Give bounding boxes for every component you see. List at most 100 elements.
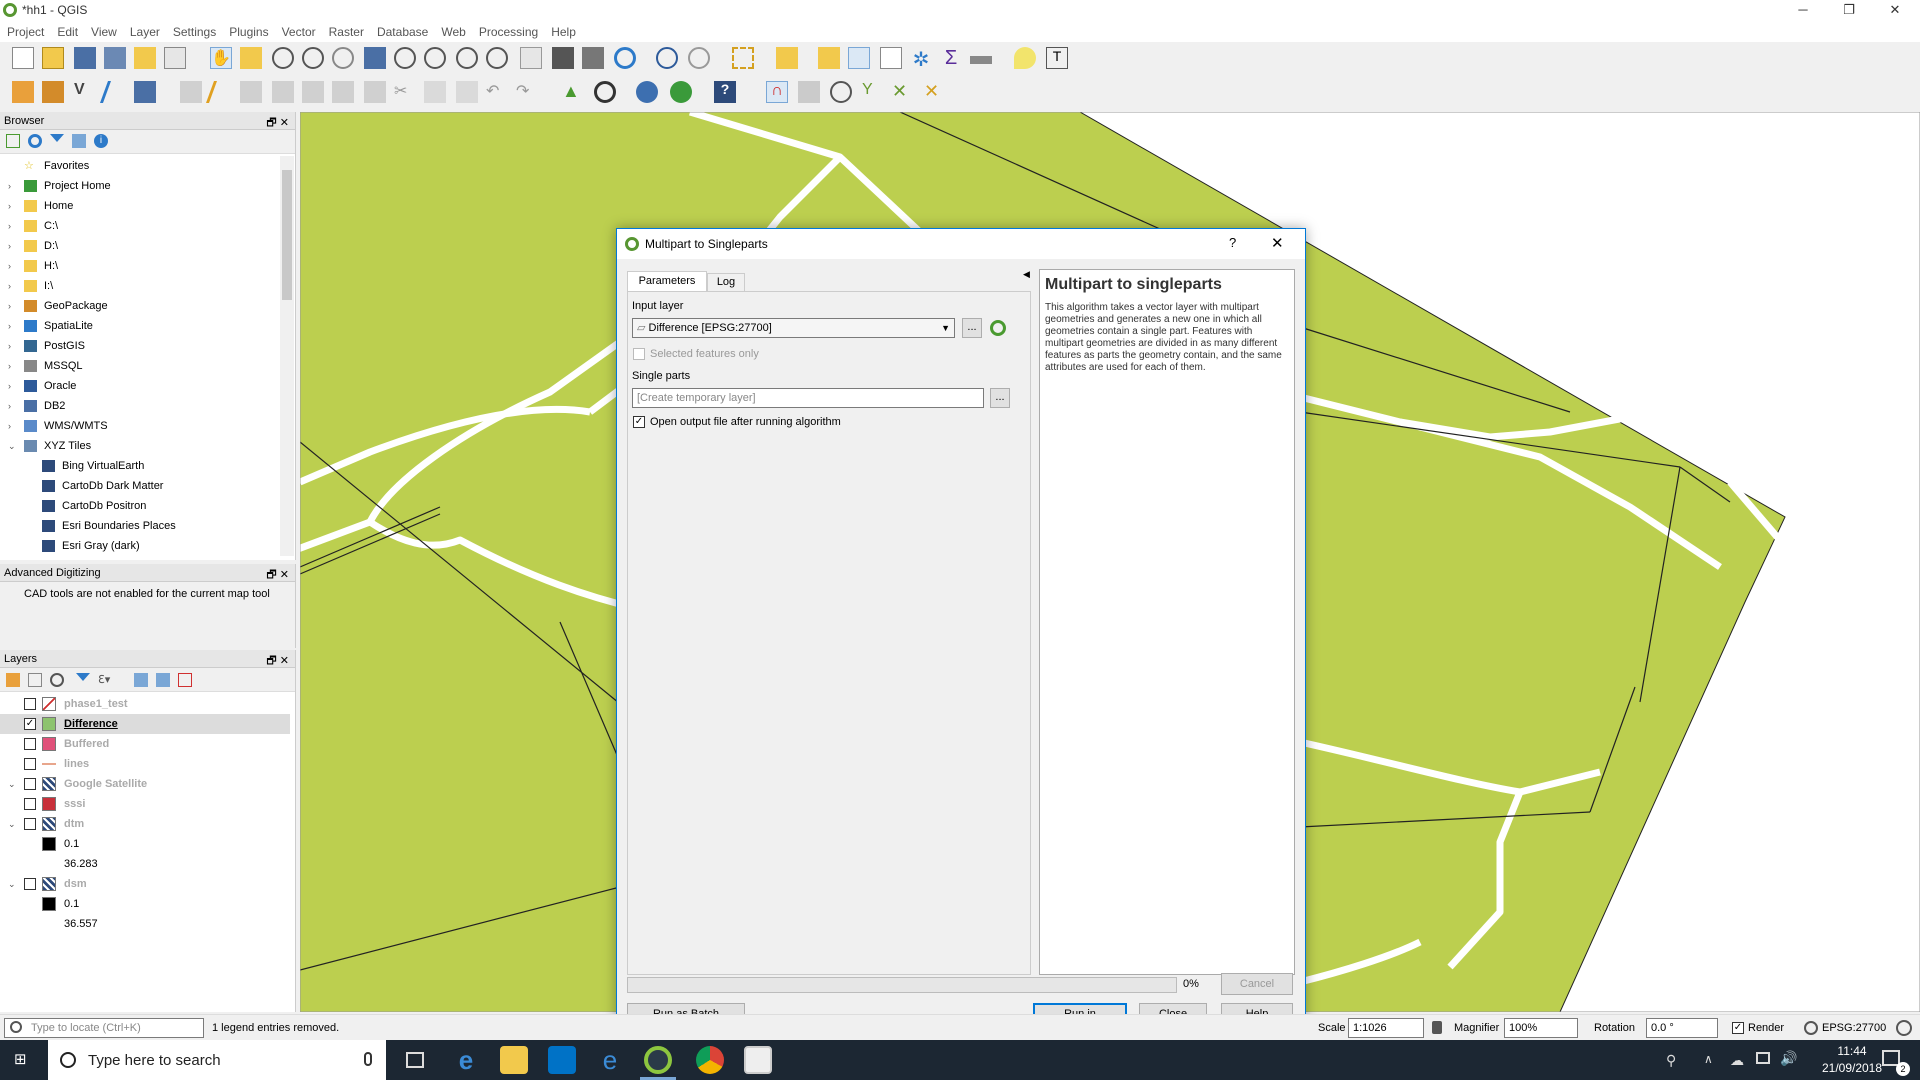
browser-item[interactable]: Esri Gray (dark)	[0, 536, 280, 554]
menu-database[interactable]: Database	[370, 22, 434, 39]
info-icon[interactable]: i	[94, 134, 108, 148]
chevron-down-icon[interactable]: ⌄	[8, 436, 16, 456]
pan-icon[interactable]: ✋	[210, 47, 232, 69]
close-window-button[interactable]: ✕	[1872, 0, 1918, 22]
toggle-editing-icon[interactable]	[205, 81, 237, 103]
file-explorer-icon[interactable]	[500, 1046, 528, 1074]
save-as-icon[interactable]	[104, 47, 126, 69]
deselect-icon[interactable]	[818, 47, 840, 69]
menu-plugins[interactable]: Plugins	[222, 22, 274, 39]
menu-help[interactable]: Help	[544, 22, 582, 39]
browser-item[interactable]: › DB2	[0, 396, 280, 416]
chevron-right-icon[interactable]: ›	[8, 276, 11, 296]
selected-only-checkbox[interactable]	[633, 348, 645, 360]
delete-selected-icon[interactable]	[364, 81, 386, 103]
zoom-out-icon[interactable]	[302, 47, 324, 69]
rotation-input[interactable]: 0.0 °	[1646, 1018, 1718, 1038]
menu-processing[interactable]: Processing	[472, 22, 544, 39]
menu-layer[interactable]: Layer	[123, 22, 166, 39]
layer-row[interactable]: lines	[0, 754, 290, 774]
zoom-full-icon[interactable]	[364, 47, 386, 69]
gps-icon[interactable]	[594, 81, 616, 103]
browser-scrollbar[interactable]	[280, 156, 294, 556]
browser-item[interactable]: ⌄ XYZ Tiles	[0, 436, 280, 456]
layer-visibility-checkbox[interactable]	[24, 818, 36, 830]
outlook-icon[interactable]	[548, 1046, 576, 1074]
chevron-right-icon[interactable]: ›	[8, 236, 11, 256]
add-group-icon[interactable]	[28, 673, 42, 687]
new-project-icon[interactable]	[12, 47, 34, 69]
filter-expression-icon[interactable]: ℇ▾	[98, 673, 120, 687]
collapse-help-icon[interactable]: ◀	[1023, 269, 1030, 280]
current-edits-icon[interactable]	[180, 81, 202, 103]
input-layer-browse-button[interactable]: ...	[962, 318, 982, 338]
browser-item[interactable]: › SpatiaLite	[0, 316, 280, 336]
save-project-icon[interactable]	[74, 47, 96, 69]
photos-icon[interactable]	[744, 1046, 772, 1074]
browser-item[interactable]: › D:\	[0, 236, 280, 256]
menu-edit[interactable]: Edit	[50, 22, 84, 39]
layer-visibility-checkbox[interactable]: ✓	[24, 718, 36, 730]
browser-item[interactable]: › Project Home	[0, 176, 280, 196]
snapping-magnet-icon[interactable]: ∩	[766, 81, 788, 103]
layer-row[interactable]: 0.1	[0, 834, 290, 854]
layer-row[interactable]: Buffered	[0, 734, 290, 754]
chevron-down-icon[interactable]: ⌄	[8, 814, 16, 834]
select-features-icon[interactable]	[732, 47, 754, 69]
modify-attributes-icon[interactable]	[332, 81, 354, 103]
chevron-right-icon[interactable]: ›	[8, 336, 11, 356]
input-layer-select[interactable]: ▱ Difference [EPSG:27700] ▼	[632, 318, 955, 338]
clock-date[interactable]: 21/09/2018	[1816, 1061, 1888, 1075]
menu-view[interactable]: View	[84, 22, 123, 39]
snapping-mode-icon[interactable]	[798, 81, 820, 103]
undo-icon[interactable]: ↶	[486, 81, 508, 103]
lock-icon[interactable]	[1432, 1021, 1442, 1034]
chevron-right-icon[interactable]: ›	[8, 416, 11, 436]
menu-vector[interactable]: Vector	[275, 22, 322, 39]
filter-legend-icon[interactable]	[76, 673, 90, 687]
browser-item[interactable]: › I:\	[0, 276, 280, 296]
new-shapefile-icon[interactable]: V	[74, 81, 96, 103]
select-by-value-icon[interactable]	[776, 47, 798, 69]
chevron-right-icon[interactable]: ›	[8, 376, 11, 396]
layer-visibility-checkbox[interactable]	[24, 698, 36, 710]
layer-row[interactable]: ⌄ dsm	[0, 874, 290, 894]
browser-item[interactable]: ☆ Favorites	[0, 156, 280, 176]
chevron-right-icon[interactable]: ›	[8, 316, 11, 336]
whats-this-icon[interactable]: ?	[714, 81, 736, 103]
plugin-reloader-icon[interactable]	[670, 81, 692, 103]
browser-item[interactable]: Esri Boundaries Places	[0, 516, 280, 536]
single-parts-browse-button[interactable]: ...	[990, 388, 1010, 408]
browser-item[interactable]: › MSSQL	[0, 356, 280, 376]
zoom-native-icon[interactable]	[332, 47, 354, 69]
map-tips-icon[interactable]	[1014, 47, 1036, 69]
identify-icon[interactable]	[656, 47, 678, 69]
chevron-up-icon[interactable]: ∧	[1704, 1052, 1713, 1066]
chrome-icon[interactable]	[696, 1046, 724, 1074]
layer-visibility-checkbox[interactable]	[24, 738, 36, 750]
layer-visibility-checkbox[interactable]	[24, 778, 36, 790]
collapse-all-layers-icon[interactable]	[156, 673, 170, 687]
filter-icon[interactable]	[50, 134, 64, 148]
python-console-icon[interactable]	[636, 81, 658, 103]
people-icon[interactable]: ⚲	[1666, 1052, 1676, 1069]
new-map-view-icon[interactable]	[520, 47, 542, 69]
browser-item[interactable]: › Oracle	[0, 376, 280, 396]
chevron-right-icon[interactable]: ›	[8, 216, 11, 236]
layer-row[interactable]: phase1_test	[0, 694, 290, 714]
chevron-right-icon[interactable]: ›	[8, 176, 11, 196]
scale-select[interactable]: 1:1026	[1348, 1018, 1424, 1038]
browser-item[interactable]: › WMS/WMTS	[0, 416, 280, 436]
dialog-close-button[interactable]: ✕	[1271, 234, 1284, 252]
tab-parameters[interactable]: Parameters	[627, 271, 707, 291]
onedrive-icon[interactable]: ☁	[1730, 1052, 1744, 1069]
paste-icon[interactable]	[456, 81, 478, 103]
vertex-tool-icon[interactable]	[302, 81, 324, 103]
clock-time[interactable]: 11:44	[1820, 1044, 1884, 1058]
browser-item[interactable]: › C:\	[0, 216, 280, 236]
text-annotation-icon[interactable]: T	[1046, 47, 1068, 69]
chevron-right-icon[interactable]: ›	[8, 396, 11, 416]
digitize-shape-icon[interactable]: ▲	[562, 81, 584, 103]
layer-row[interactable]: ✓ Difference	[0, 714, 290, 734]
snap-intersection-icon[interactable]: ✕	[892, 81, 914, 103]
